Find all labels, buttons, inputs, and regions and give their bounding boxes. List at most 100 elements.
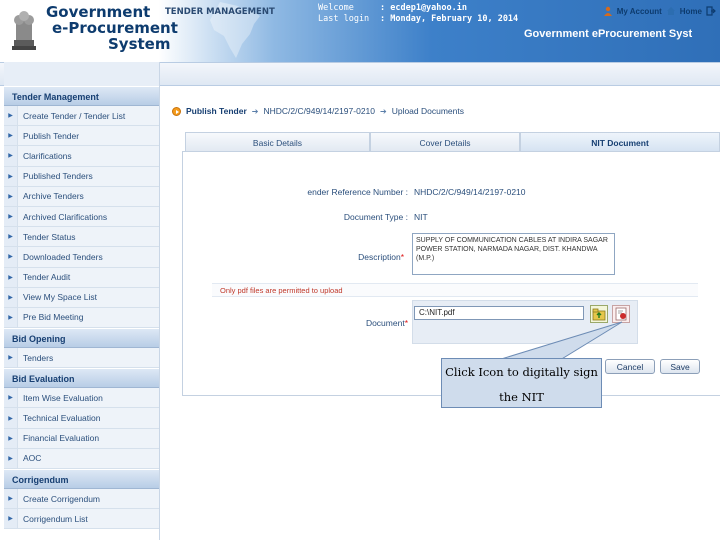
sidebar-item-view-my-space[interactable]: ▶ View My Space List <box>4 287 159 308</box>
welcome-value: : ecdep1@yahoo.in <box>380 3 467 13</box>
section-title: TENDER MANAGEMENT <box>165 7 275 17</box>
document-type-value: NIT <box>414 212 428 222</box>
arrow-right-icon: ▶ <box>4 509 18 529</box>
tab-basic-details[interactable]: Basic Details <box>185 132 370 151</box>
home-icon <box>666 7 675 15</box>
sidebar-item-label: Technical Evaluation <box>23 413 101 424</box>
document-label-text: Document <box>365 318 405 328</box>
description-label-text: Description <box>358 252 401 262</box>
last-login-value: : Monday, February 10, 2014 <box>380 14 519 24</box>
breadcrumb-bullet-icon <box>172 106 181 116</box>
home-link[interactable]: Home <box>680 7 702 16</box>
sidebar-item-technical-evaluation[interactable]: ▶ Technical Evaluation <box>4 408 159 429</box>
arrow-right-icon: ▶ <box>4 146 18 166</box>
tab-cover-details[interactable]: Cover Details <box>370 132 520 151</box>
sidebar-group-tender-management[interactable]: Tender Management <box>4 86 159 106</box>
sidebar-item-label: Downloaded Tenders <box>23 251 103 262</box>
arrow-right-icon: ▶ <box>4 206 18 227</box>
callout-annotation: Click Icon to digitally sign the NIT <box>441 358 602 408</box>
last-login-label: Last login <box>318 14 370 24</box>
cancel-button[interactable]: Cancel <box>605 359 655 374</box>
arrow-right-icon: ▶ <box>4 287 18 307</box>
required-mark: * <box>400 252 404 262</box>
sidebar-item-clarifications[interactable]: ▶ Clarifications <box>4 146 159 167</box>
sidebar-item-published-tenders[interactable]: ▶ Published Tenders <box>4 166 159 187</box>
tab-nit-document[interactable]: NIT Document <box>520 132 720 151</box>
arrow-right-icon: ▶ <box>4 106 18 126</box>
document-label: Document* <box>330 318 408 328</box>
sidebar-item-label: Published Tenders <box>23 171 93 182</box>
my-account-link[interactable]: My Account <box>617 7 662 16</box>
breadcrumb: Publish Tender ➔ NHDC/2/C/949/14/2197-02… <box>172 106 464 116</box>
description-textarea[interactable]: SUPPLY OF COMMUNICATION CABLES AT INDIRA… <box>412 233 615 275</box>
sidebar-group-corrigendum[interactable]: Corrigendum <box>4 469 159 489</box>
arrow-right-icon: ▶ <box>4 166 18 186</box>
document-type-label: Document Type : <box>343 212 408 222</box>
arrow-right-icon: ▶ <box>4 307 18 328</box>
sidebar-item-tenders[interactable]: ▶ Tenders <box>4 348 159 369</box>
sidebar-item-aoc[interactable]: ▶ AOC <box>4 448 159 469</box>
brand-line-2: e-Procurement <box>52 19 178 37</box>
brand-line-1: Government <box>46 3 151 21</box>
sidebar-item-pre-bid-meeting[interactable]: ▶ Pre Bid Meeting <box>4 307 159 329</box>
breadcrumb-upload-documents: Upload Documents <box>391 106 464 116</box>
tender-ref-value: NHDC/2/C/949/14/2197-0210 <box>414 187 526 197</box>
sidebar-item-publish-tender[interactable]: ▶ Publish Tender <box>4 126 159 147</box>
arrow-right-icon: ▶ <box>4 186 18 206</box>
sidebar-item-label: View My Space List <box>23 292 98 303</box>
breadcrumb-arrow-icon: ➔ <box>251 106 259 116</box>
sidebar-item-label: Tender Audit <box>23 272 71 283</box>
app-window: Government e-Procurement System Welcome … <box>0 0 720 540</box>
logout-icon[interactable] <box>706 6 716 16</box>
sidebar-item-tender-audit[interactable]: ▶ Tender Audit <box>4 267 159 288</box>
sidebar: Tender Management ▶ Create Tender / Tende… <box>4 86 160 540</box>
arrow-right-icon: ▶ <box>4 408 18 428</box>
arrow-right-icon: ▶ <box>4 126 18 146</box>
welcome-label: Welcome <box>318 3 354 13</box>
sidebar-item-label: Archived Clarifications <box>23 211 108 222</box>
arrow-right-icon: ▶ <box>4 388 18 408</box>
sidebar-item-archive-tenders[interactable]: ▶ Archive Tenders <box>4 186 159 207</box>
sidebar-item-item-wise-evaluation[interactable]: ▶ Item Wise Evaluation <box>4 388 159 409</box>
pdf-only-warning: Only pdf files are permitted to upload <box>220 286 343 295</box>
arrow-right-icon: ▶ <box>4 247 18 267</box>
sidebar-item-tender-status[interactable]: ▶ Tender Status <box>4 227 159 248</box>
digital-signature-icon <box>615 307 627 321</box>
arrow-right-icon: ▶ <box>4 348 18 368</box>
sidebar-item-create-tender[interactable]: ▶ Create Tender / Tender List <box>4 106 159 127</box>
sidebar-item-label: Pre Bid Meeting <box>23 312 84 323</box>
breadcrumb-tender-ref[interactable]: NHDC/2/C/949/14/2197-0210 <box>263 106 375 116</box>
portal-title: Government eProcurement Syst <box>524 28 693 40</box>
description-label: Description* <box>300 252 404 262</box>
login-info: Welcome : ecdep1@yahoo.in Last login : M… <box>318 3 518 25</box>
sidebar-group-bid-evaluation[interactable]: Bid Evaluation <box>4 368 159 389</box>
required-mark: * <box>404 318 408 328</box>
folder-upload-icon <box>592 308 606 321</box>
national-emblem-icon <box>12 11 36 50</box>
sidebar-item-downloaded-tenders[interactable]: ▶ Downloaded Tenders <box>4 247 159 268</box>
sidebar-item-corrigendum-list[interactable]: ▶ Corrigendum List <box>4 509 159 530</box>
sidebar-item-create-corrigendum[interactable]: ▶ Create Corrigendum <box>4 489 159 510</box>
arrow-right-icon: ▶ <box>4 267 18 287</box>
user-icon <box>603 6 612 16</box>
brand-line-3: System <box>108 35 171 53</box>
sidebar-top-strip <box>4 62 160 86</box>
document-path-input[interactable]: C:\NIT.pdf <box>414 306 584 320</box>
sidebar-item-label: Item Wise Evaluation <box>23 392 103 403</box>
arrow-right-icon: ▶ <box>4 448 18 468</box>
sidebar-group-bid-opening[interactable]: Bid Opening <box>4 328 159 349</box>
sidebar-item-archived-clarifications[interactable]: ▶ Archived Clarifications <box>4 206 159 228</box>
tender-ref-label: ender Reference Number : <box>307 187 408 197</box>
save-button[interactable]: Save <box>660 359 700 374</box>
sidebar-item-label: Financial Evaluation <box>23 433 100 444</box>
breadcrumb-publish-tender[interactable]: Publish Tender <box>186 106 247 116</box>
top-nav: My Account Home <box>603 6 716 16</box>
upload-document-button[interactable] <box>590 305 608 323</box>
sidebar-item-financial-evaluation[interactable]: ▶ Financial Evaluation <box>4 428 159 449</box>
sidebar-item-label: Clarifications <box>23 150 72 161</box>
sidebar-item-label: Archive Tenders <box>23 191 84 202</box>
arrow-right-icon: ▶ <box>4 489 18 509</box>
sidebar-item-label: Corrigendum List <box>23 513 88 524</box>
digital-sign-button[interactable] <box>612 305 630 323</box>
sidebar-item-label: Create Corrigendum <box>23 493 101 504</box>
